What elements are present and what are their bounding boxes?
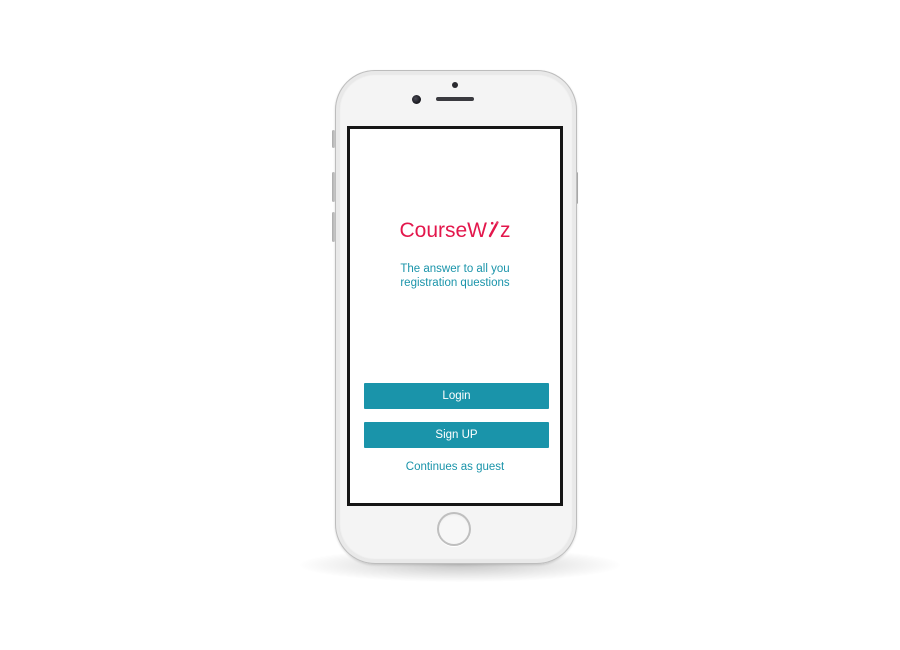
proximity-sensor-icon	[452, 82, 458, 88]
signup-button[interactable]: Sign UP	[364, 422, 549, 448]
phone-screen: CourseW z The answer to all you registra…	[347, 126, 563, 506]
mockup-stage: CourseW z The answer to all you registra…	[0, 0, 900, 650]
tagline-line-1: The answer to all you	[400, 263, 510, 275]
logo-text-prefix: CourseW	[399, 219, 488, 242]
speaker-icon	[436, 97, 474, 101]
magic-wand-icon	[488, 221, 499, 238]
tagline-line-2: registration questions	[400, 277, 510, 289]
home-button	[437, 512, 471, 546]
logo-text-suffix: z	[500, 219, 511, 242]
continue-as-guest-link[interactable]: Continues as guest	[350, 461, 560, 473]
app-logo: CourseW z	[350, 219, 560, 243]
camera-icon	[412, 95, 421, 104]
tagline: The answer to all you registration quest…	[350, 262, 560, 290]
login-button[interactable]: Login	[364, 383, 549, 409]
